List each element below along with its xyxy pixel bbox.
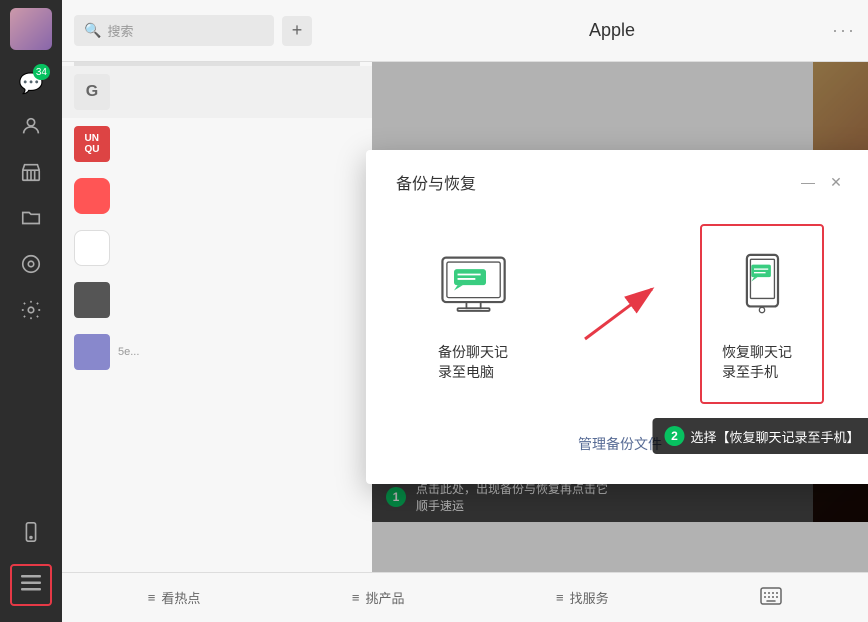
nav-hot[interactable]: ≡ 看热点: [148, 588, 201, 607]
sidebar-item-store[interactable]: [10, 154, 52, 196]
restore-icon: [722, 246, 802, 326]
close-button[interactable]: ✕: [828, 174, 844, 190]
nav-hot-label: 看热点: [161, 588, 200, 607]
service-icon: ≡: [556, 590, 564, 605]
bottom-nav: ≡ 看热点 ≡ 挑产品 ≡ 找服务: [62, 572, 868, 622]
restore-option[interactable]: 恢复聊天记录至手机 2 选择【恢复聊天记录至手机】: [700, 224, 824, 404]
dialog-title: 备份与恢复: [396, 170, 476, 194]
content-wrapper: G UNQU 5e...: [62, 62, 868, 572]
dialog-header: 备份与恢复 — ✕: [396, 170, 844, 194]
avatar[interactable]: [10, 8, 52, 50]
nav-service-label: 找服务: [570, 588, 609, 607]
settings-icon: [20, 299, 42, 327]
sidebar-item-menu[interactable]: [10, 564, 52, 606]
sidebar-item-discover[interactable]: [10, 246, 52, 288]
main-area: 🔍 搜索 + Apple ··· G UNQU: [62, 0, 868, 622]
sidebar-item-chat[interactable]: 💬 34: [10, 62, 52, 104]
more-button[interactable]: ···: [832, 20, 856, 41]
add-button[interactable]: +: [282, 16, 312, 46]
discover-icon: [20, 253, 42, 281]
dialog-overlay: 备份与恢复 — ✕: [372, 62, 868, 572]
nav-product[interactable]: ≡ 挑产品: [352, 588, 405, 607]
nav-service[interactable]: ≡ 找服务: [556, 588, 609, 607]
hot-icon: ≡: [148, 590, 156, 605]
topbar: 🔍 搜索 + Apple ···: [62, 0, 868, 62]
page-title: Apple: [400, 20, 824, 41]
sidebar-item-folder[interactable]: [10, 200, 52, 242]
badge-count: 34: [33, 64, 50, 80]
contacts-icon: [20, 115, 42, 143]
manage-link[interactable]: 管理备份文件: [578, 436, 662, 452]
arrow-icon: [580, 284, 660, 344]
tooltip-number: 2: [664, 426, 684, 446]
keyboard-icon: [760, 587, 782, 608]
search-box[interactable]: 🔍 搜索: [74, 15, 274, 46]
sidebar-item-settings[interactable]: [10, 292, 52, 334]
hamburger-icon: [21, 574, 41, 597]
backup-option[interactable]: 备份聊天记录至电脑: [416, 224, 540, 404]
sidebar-bottom: [10, 514, 52, 614]
phone-icon: [20, 521, 42, 549]
backup-restore-dialog: 备份与恢复 — ✕: [366, 150, 868, 484]
nav-product-label: 挑产品: [366, 588, 405, 607]
sidebar: 💬 34: [0, 0, 62, 622]
backup-label: 备份聊天记录至电脑: [438, 342, 518, 382]
product-icon: ≡: [352, 590, 360, 605]
search-icon: 🔍: [84, 22, 101, 39]
tooltip-text: 选择【恢复聊天记录至手机】: [690, 427, 859, 446]
dialog-controls: — ✕: [800, 174, 844, 190]
store-icon: [20, 161, 42, 189]
nav-keyboard[interactable]: [760, 587, 782, 608]
restore-tooltip: 2 选择【恢复聊天记录至手机】: [652, 418, 868, 454]
minimize-button[interactable]: —: [800, 174, 816, 190]
restore-label: 恢复聊天记录至手机: [722, 342, 802, 382]
dialog-body: 备份聊天记录至电脑: [396, 224, 844, 404]
sidebar-item-phone[interactable]: [10, 514, 52, 556]
contact-area: E·Pad快速运 备份与恢复 — ✕: [372, 62, 868, 572]
search-placeholder: 搜索: [107, 21, 133, 40]
folder-icon: [20, 207, 42, 235]
chat-list: G UNQU 5e...: [62, 62, 372, 572]
sidebar-item-contacts[interactable]: [10, 108, 52, 150]
backup-icon: [438, 246, 518, 326]
